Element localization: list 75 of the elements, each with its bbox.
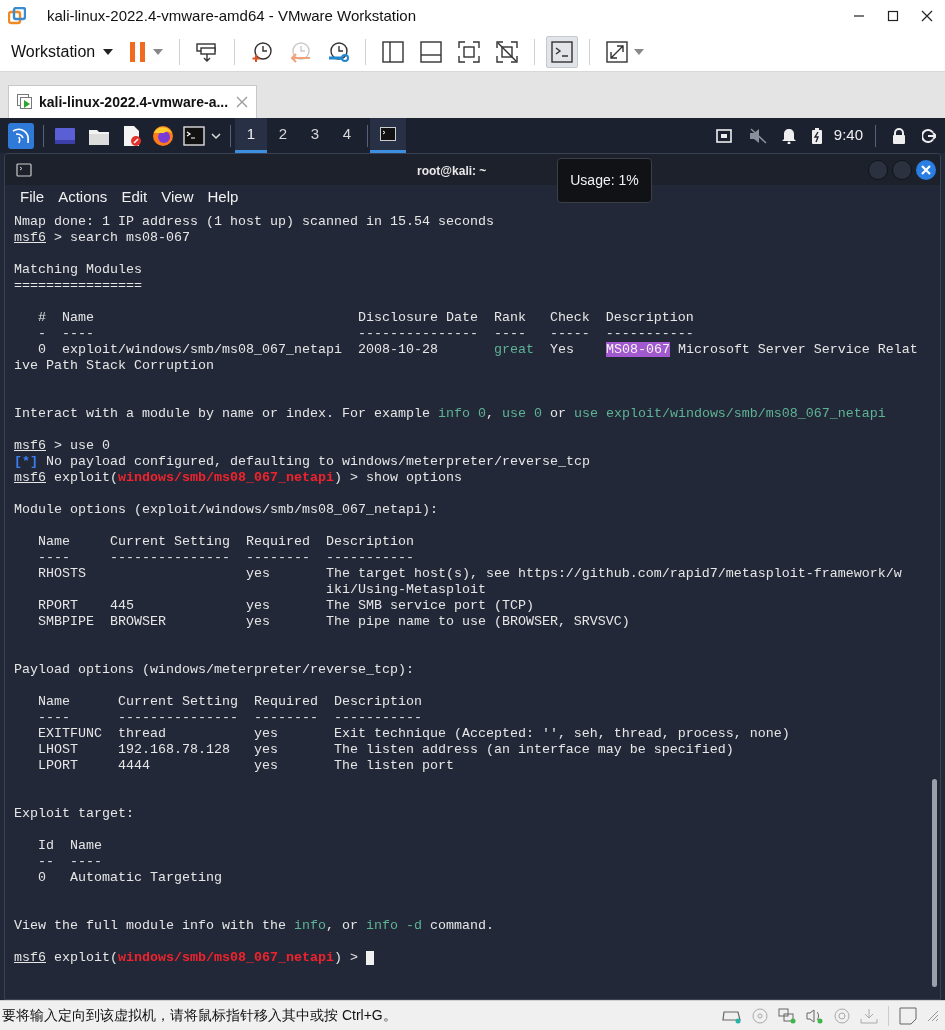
clock[interactable]: 9:40: [833, 124, 863, 147]
workspace-button[interactable]: 4: [331, 118, 363, 153]
kali-menu-button[interactable]: [8, 122, 34, 149]
terminal-line: View the full module info with the info, or info -d command.: [14, 918, 494, 934]
chevron-down-icon[interactable]: [211, 131, 221, 140]
status-message: 要将输入定向到该虚拟机，请将鼠标指针移入其中或按 Ctrl+G。: [2, 1006, 397, 1025]
terminal-line: msf6 exploit(windows/smb/ms08_067_netapi) > show options: [14, 470, 462, 486]
vm-play-icon[interactable]: [17, 94, 33, 110]
menu-item[interactable]: View: [156, 185, 199, 209]
workspace-button[interactable]: 1: [235, 118, 267, 153]
close-icon[interactable]: [921, 10, 933, 22]
terminal-task-button[interactable]: [370, 118, 406, 153]
terminal-line: LHOST 192.168.78.128 yes The listen address (an interface may be specified): [37, 742, 734, 758]
terminal-line: - ---- --------------- ---- ----- -----------: [37, 326, 694, 342]
terminal-line: Matching Modules: [14, 262, 142, 278]
menu-item[interactable]: Help: [202, 185, 244, 209]
terminal-line: ive Path Stack Corruption: [14, 358, 214, 374]
terminal-line: ---- --------------- -------- -----------: [37, 710, 422, 726]
speaker-icon[interactable]: [806, 1007, 824, 1024]
terminal-line: # Name Disclosure Date Rank Check Description: [37, 310, 694, 326]
terminal-line: 0 exploit/windows/smb/ms08_067_netapi 2008-10-28 great Yes MS08-067 Microsoft Server Service Relat: [37, 342, 918, 358]
resize-grip-icon[interactable]: [927, 1009, 939, 1022]
muted-speaker-icon[interactable]: [748, 127, 767, 144]
window-title: kali-linux-2022.4-vmware-amd64 - VMware Workstation: [47, 5, 417, 26]
network-adapter-icon[interactable]: [778, 1007, 796, 1024]
terminal-line: Name Current Setting Required Description: [37, 534, 414, 550]
workspace-button[interactable]: 2: [267, 118, 299, 153]
note-icon[interactable]: [899, 1006, 917, 1025]
maximize-icon[interactable]: [887, 10, 899, 22]
pause-icon[interactable]: [129, 40, 148, 63]
terminal-line: RHOSTS yes The target host(s), see https://github.com/rapid7/metasploit-framework/w: [37, 566, 902, 582]
terminal-line: msf6 > use 0: [14, 438, 110, 454]
terminal-line: Id Name: [37, 838, 102, 854]
workstation-menu[interactable]: Workstation: [3, 35, 122, 68]
terminal-line: LPORT 4444 yes The listen port: [37, 758, 454, 774]
terminal-line: SMBPIPE BROWSER yes The pipe name to use (BROWSER, SRVSVC): [37, 614, 630, 630]
terminal-line: 0 Automatic Targeting: [37, 870, 222, 886]
terminal-line: msf6 > search ms08-067: [14, 230, 190, 246]
terminal-line: Exploit target:: [14, 806, 134, 822]
terminal-icon: [380, 127, 396, 141]
logout-icon[interactable]: [922, 128, 936, 143]
terminal-launcher-icon[interactable]: [183, 125, 205, 146]
terminal-line: msf6 exploit(windows/smb/ms08_067_netapi) >: [14, 950, 359, 966]
terminal-line: -- ----: [37, 854, 102, 870]
terminal-line: RPORT 445 yes The SMB service port (TCP): [37, 598, 534, 614]
caret-icon[interactable]: [103, 48, 114, 55]
battery-icon[interactable]: [811, 127, 822, 144]
bell-icon[interactable]: [781, 127, 796, 144]
vm-tab[interactable]: kali-linux-2022.4-vmware-a...: [8, 85, 257, 118]
terminal-title: root@kali: ~: [417, 163, 487, 180]
terminal-line: ---- --------------- -------- -----------: [37, 550, 414, 566]
app-logo-icon: [8, 7, 26, 25]
terminal-line: EXITFUNC thread yes Exit technique (Accepted: '', seh, thread, process, none): [37, 726, 790, 742]
document-icon[interactable]: [122, 124, 142, 147]
desktop-icon[interactable]: [54, 126, 76, 145]
menu-item[interactable]: File: [15, 185, 50, 209]
browser-icon[interactable]: [152, 124, 174, 147]
workspace-button[interactable]: 3: [299, 118, 331, 153]
terminal-line: Module options (exploit/windows/smb/ms08_067_netapi):: [14, 502, 438, 518]
terminal-line: [*] No payload configured, defaulting to windows/meterpreter/reverse_tcp: [14, 454, 590, 470]
lock-icon[interactable]: [892, 127, 906, 144]
close-icon[interactable]: [916, 159, 936, 180]
scrollbar-thumb[interactable]: [932, 779, 937, 987]
terminal-line: Nmap done: 1 IP address (1 host up) scanned in 15.54 seconds: [14, 214, 494, 230]
terminal-line: iki/Using-Metasploit: [324, 582, 486, 598]
terminal-line: Payload options (windows/meterpreter/reverse_tcp):: [14, 662, 414, 678]
menu-item[interactable]: Edit: [116, 185, 153, 209]
menu-item[interactable]: Actions: [53, 185, 113, 209]
terminal-icon: [16, 162, 32, 177]
terminal-line: ================: [14, 278, 142, 294]
terminal-line: Name Current Setting Required Description: [37, 694, 422, 710]
network-icon[interactable]: [715, 128, 732, 143]
terminal-line: Interact with a module by name or index. For example info 0, use 0 or use exploit/windows/smb/ms08_067_netapi: [14, 406, 886, 422]
stretch-icon[interactable]: [606, 40, 629, 63]
tooltip: Usage: 1%: [557, 158, 652, 203]
